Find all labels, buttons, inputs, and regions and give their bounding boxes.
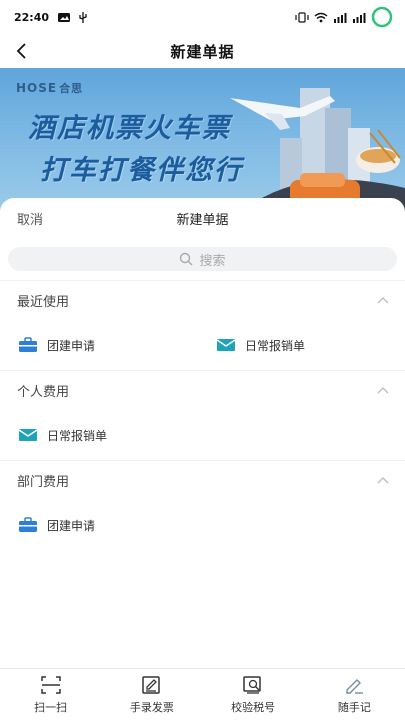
nav-bar: 新建单据 bbox=[0, 34, 405, 68]
chevron-up-icon[interactable] bbox=[377, 475, 389, 487]
group-header-personal[interactable]: 个人费用 bbox=[0, 370, 405, 410]
briefcase-icon bbox=[19, 517, 37, 532]
manual-invoice-icon bbox=[142, 675, 160, 694]
document-type-list: 最近使用 团建申请 日常报销单 个人费用 日常报销单 部门费用 团建申请 bbox=[0, 280, 405, 550]
wifi-icon bbox=[314, 12, 328, 22]
tab-verify-tax[interactable]: 校验税号 bbox=[203, 669, 304, 720]
bottom-tab-bar: 扫一扫 手录发票 校验税号 随手记 bbox=[0, 668, 405, 720]
group-items-personal: 日常报销单 bbox=[0, 410, 405, 460]
group-items-department: 团建申请 bbox=[0, 500, 405, 550]
status-time: 22:40 bbox=[14, 10, 50, 24]
search-icon bbox=[180, 252, 193, 266]
tab-manual-invoice[interactable]: 手录发票 bbox=[101, 669, 202, 720]
verify-tax-icon bbox=[243, 675, 261, 694]
status-bar: 22:40 bbox=[0, 0, 405, 34]
banner-headline-1: 酒店机票火车票 bbox=[28, 113, 231, 144]
sheet-title: 新建单据 bbox=[176, 213, 229, 228]
search-placeholder: 搜索 bbox=[199, 253, 226, 269]
promo-banner[interactable]: HOSE 合思 酒店机票火车票 打车打餐伴您行 bbox=[0, 68, 405, 213]
chevron-left-icon[interactable] bbox=[12, 40, 34, 62]
battery-ring-icon bbox=[371, 6, 393, 28]
envelope-icon bbox=[216, 339, 236, 351]
tab-scan[interactable]: 扫一扫 bbox=[0, 669, 101, 720]
pen-note-icon bbox=[346, 678, 364, 694]
list-item[interactable]: 日常报销单 bbox=[18, 410, 107, 460]
new-document-sheet: 取消 新建单据 搜索 最近使用 团建申请 日常报销单 个人费用 日常报销单 部门… bbox=[0, 198, 405, 668]
group-header-department[interactable]: 部门费用 bbox=[0, 460, 405, 500]
brand-logo: HOSE 合思 bbox=[16, 81, 84, 95]
vibrate-icon bbox=[295, 11, 309, 23]
image-notification-icon bbox=[58, 12, 71, 22]
chevron-up-icon[interactable] bbox=[377, 385, 389, 397]
scan-icon bbox=[40, 675, 61, 694]
briefcase-icon bbox=[19, 337, 37, 352]
envelope-icon bbox=[18, 429, 38, 441]
list-item[interactable]: 团建申请 bbox=[18, 500, 95, 550]
usb-icon bbox=[79, 11, 87, 23]
group-header-recent[interactable]: 最近使用 bbox=[0, 280, 405, 320]
group-items-recent: 团建申请 日常报销单 bbox=[0, 320, 405, 370]
signal-icon bbox=[353, 12, 366, 23]
sheet-header: 取消 新建单据 bbox=[0, 198, 405, 238]
tab-quick-note[interactable]: 随手记 bbox=[304, 669, 405, 720]
list-item[interactable]: 团建申请 bbox=[18, 320, 95, 370]
page-title: 新建单据 bbox=[170, 42, 235, 61]
banner-headline-2: 打车打餐伴您行 bbox=[40, 155, 243, 186]
chevron-up-icon[interactable] bbox=[377, 295, 389, 307]
list-item[interactable]: 日常报销单 bbox=[216, 320, 305, 370]
search-input[interactable]: 搜索 bbox=[8, 247, 397, 271]
signal-icon bbox=[334, 12, 347, 23]
